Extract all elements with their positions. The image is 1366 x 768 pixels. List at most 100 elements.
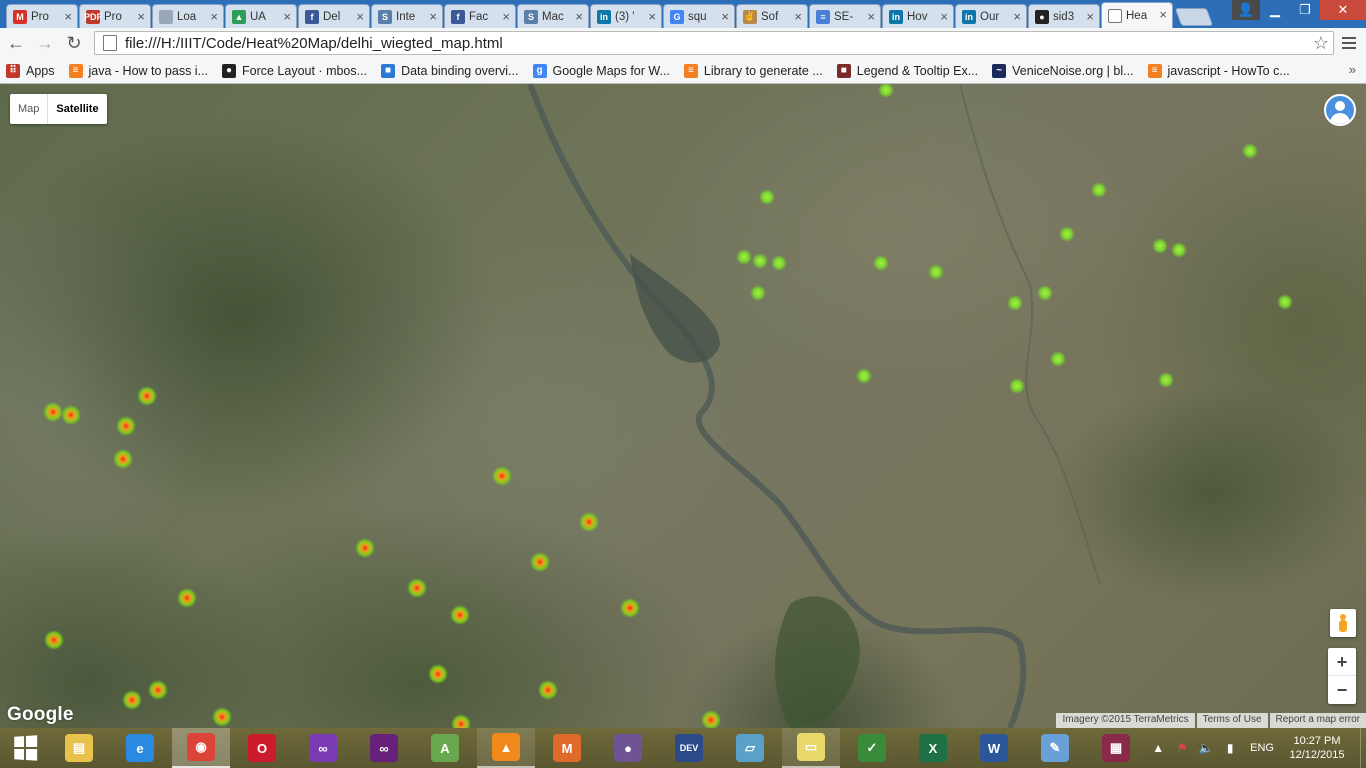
browser-tab[interactable]: S Mac × xyxy=(517,4,589,28)
github-icon: ● xyxy=(1035,9,1049,24)
tab-close-icon[interactable]: × xyxy=(794,10,802,23)
bookmarks-overflow-icon[interactable]: » xyxy=(1349,62,1356,77)
taskbar-app[interactable]: O xyxy=(233,728,291,768)
bookmark-star-icon[interactable]: ☆ xyxy=(1313,33,1329,54)
bookmark-item[interactable]: ≡ javascript - HowTo c... xyxy=(1147,63,1290,78)
start-button[interactable] xyxy=(0,728,50,768)
address-bar[interactable]: ☆ xyxy=(94,31,1334,55)
browser-tab[interactable]: in Hov × xyxy=(882,4,954,28)
profile-icon[interactable]: 👤 xyxy=(1232,0,1260,20)
back-button[interactable]: ← xyxy=(3,30,29,56)
browser-tab[interactable]: Hea × xyxy=(1101,2,1173,28)
heat-point-low xyxy=(1050,351,1066,367)
signal-icon[interactable]: ▮ xyxy=(1220,741,1240,755)
browser-tab[interactable]: ● sid3 × xyxy=(1028,4,1100,28)
avatar[interactable] xyxy=(1324,94,1356,126)
tab-close-icon[interactable]: × xyxy=(940,10,948,23)
close-window-button[interactable]: ✕ xyxy=(1320,0,1366,20)
map-type-satellite-button[interactable]: Satellite xyxy=(47,94,106,124)
taskbar-app[interactable]: M xyxy=(538,728,596,768)
taskbar-app[interactable]: e xyxy=(111,728,169,768)
zoom-out-button[interactable]: − xyxy=(1328,676,1356,704)
tab-close-icon[interactable]: × xyxy=(867,10,875,23)
taskbar-app[interactable]: ✓ xyxy=(843,728,901,768)
taskbar-app[interactable]: A xyxy=(416,728,474,768)
map-canvas[interactable]: Map Satellite + − Google Imagery ©2015 T… xyxy=(0,84,1366,728)
tab-close-icon[interactable]: × xyxy=(210,10,218,23)
stack-icon: S xyxy=(524,9,538,24)
tab-close-icon[interactable]: × xyxy=(575,10,583,23)
bookmark-item[interactable]: ⠿ Apps xyxy=(6,63,55,78)
browser-tab[interactable]: Gsqu × xyxy=(663,4,735,28)
tab-close-icon[interactable]: × xyxy=(648,10,656,23)
reload-button[interactable]: ↻ xyxy=(61,30,87,56)
terms-of-use-link[interactable]: Terms of Use xyxy=(1196,713,1268,728)
new-tab-button[interactable] xyxy=(1174,8,1214,26)
google-logo[interactable]: Google xyxy=(7,704,74,726)
taskbar-app[interactable]: ∞ xyxy=(355,728,413,768)
tab-close-icon[interactable]: × xyxy=(429,10,437,23)
language-indicator[interactable]: ENG xyxy=(1250,742,1274,754)
map-type-map-button[interactable]: Map xyxy=(10,94,47,124)
network-error-icon[interactable]: ⚑ xyxy=(1172,741,1192,755)
taskbar-app[interactable]: ▦ xyxy=(1087,728,1145,768)
browser-tab[interactable]: ▲ UA × xyxy=(225,4,297,28)
taskbar-app[interactable]: ∞ xyxy=(294,728,352,768)
browser-tab[interactable]: in (3) ' × xyxy=(590,4,662,28)
tab-close-icon[interactable]: × xyxy=(502,10,510,23)
browser-tab[interactable]: S Inte × xyxy=(371,4,443,28)
minimize-button[interactable]: ▁ xyxy=(1260,0,1290,20)
browser-tab[interactable]: in Our × xyxy=(955,4,1027,28)
volume-icon[interactable]: 🔈 xyxy=(1196,741,1216,755)
bookmark-item[interactable]: ■ Legend & Tooltip Ex... xyxy=(836,63,978,78)
taskbar-app[interactable]: W xyxy=(965,728,1023,768)
heat-point-low xyxy=(1059,226,1075,242)
tab-close-icon[interactable]: × xyxy=(137,10,145,23)
heat-point-high xyxy=(620,598,640,618)
taskbar-app[interactable]: X xyxy=(904,728,962,768)
tray-overflow-icon[interactable]: ▲ xyxy=(1148,741,1168,755)
clock[interactable]: 10:27 PM 12/12/2015 xyxy=(1284,734,1350,762)
maximize-button[interactable]: ❐ xyxy=(1290,0,1320,20)
taskbar-app[interactable]: ◉ xyxy=(172,728,230,768)
zoom-in-button[interactable]: + xyxy=(1328,648,1356,676)
report-map-error-link[interactable]: Report a map error xyxy=(1269,713,1366,728)
heat-point-low xyxy=(1037,285,1053,301)
taskbar-app[interactable]: ▭ xyxy=(782,728,840,768)
tab-title: (3) ' xyxy=(615,10,635,23)
bookmark-item[interactable]: ≡ java - How to pass i... xyxy=(68,63,208,78)
bookmark-item[interactable]: ≡ Library to generate ... xyxy=(683,63,823,78)
browser-tab[interactable]: f Fac × xyxy=(444,4,516,28)
chrome-menu-button[interactable] xyxy=(1338,32,1360,54)
bookmark-item[interactable]: ● Force Layout · mbos... xyxy=(222,63,367,78)
tab-close-icon[interactable]: × xyxy=(356,10,364,23)
browser-tab[interactable]: Loa × xyxy=(152,4,224,28)
show-desktop-button[interactable] xyxy=(1360,728,1366,768)
tab-close-icon[interactable]: × xyxy=(721,10,729,23)
heat-point-high xyxy=(122,690,142,710)
forward-button[interactable]: → xyxy=(32,30,58,56)
tab-close-icon[interactable]: × xyxy=(64,10,72,23)
bookmark-item[interactable]: ~ VeniceNoise.org | bl... xyxy=(992,63,1134,78)
browser-tab[interactable]: ≡ SE- × xyxy=(809,4,881,28)
bookmark-item[interactable]: ■ Data binding overvi... xyxy=(381,63,519,78)
browser-tab[interactable]: M Pro × xyxy=(6,4,78,28)
github-icon: ● xyxy=(222,63,236,78)
taskbar-app[interactable]: ▤ xyxy=(50,728,108,768)
street-view-pegman-icon[interactable] xyxy=(1330,609,1356,637)
tab-close-icon[interactable]: × xyxy=(1013,10,1021,23)
taskbar-app[interactable]: ▲ xyxy=(477,728,535,768)
bookmark-item[interactable]: g Google Maps for W... xyxy=(532,63,670,78)
tab-close-icon[interactable]: × xyxy=(1086,10,1094,23)
browser-tab[interactable]: f Del × xyxy=(298,4,370,28)
opera-icon: O xyxy=(248,734,276,762)
taskbar-app[interactable]: ✎ xyxy=(1026,728,1084,768)
tab-close-icon[interactable]: × xyxy=(1159,8,1167,21)
url-input[interactable] xyxy=(125,34,1305,52)
tab-close-icon[interactable]: × xyxy=(283,10,291,23)
browser-tab[interactable]: ✌ Sof × xyxy=(736,4,808,28)
taskbar-app[interactable]: ▱ xyxy=(721,728,779,768)
browser-tab[interactable]: PDF Pro × xyxy=(79,4,151,28)
taskbar-app[interactable]: DEV xyxy=(660,728,718,768)
taskbar-app[interactable]: ● xyxy=(599,728,657,768)
